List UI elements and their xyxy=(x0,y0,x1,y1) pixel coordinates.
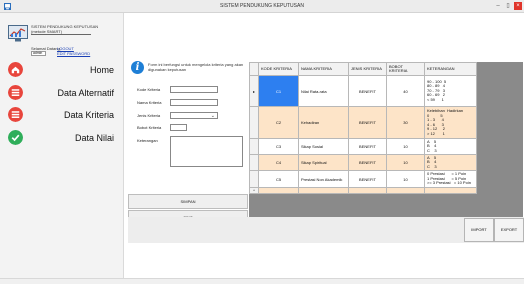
nav-item-data-alternatif[interactable]: Data Alternatif xyxy=(8,85,120,103)
table-row[interactable]: C3 Sikap Sosial BENEFIT 10 A 5 B 4 C 3 xyxy=(249,138,477,155)
row-header xyxy=(249,106,259,139)
table-row[interactable]: C2 Kehadiran BENEFIT 30 Kelebihan Hadirk… xyxy=(249,106,477,139)
cell-kode[interactable]: C5 xyxy=(258,170,299,188)
cell-nama[interactable]: Sikap Sosial xyxy=(298,138,349,155)
cell-bobot[interactable]: 10 xyxy=(386,138,425,155)
new-cell[interactable] xyxy=(298,187,349,194)
cell-kode[interactable]: C2 xyxy=(258,106,299,139)
table-row[interactable]: C5 Prestasi Non Akademik BENEFIT 10 0 Pr… xyxy=(249,170,477,188)
username-field: admin xyxy=(31,51,46,56)
col-jenis-kriteria[interactable]: JENIS KRITERIA xyxy=(348,62,387,76)
bobot-kriteria-input[interactable] xyxy=(170,124,187,131)
cell-bobot[interactable]: 30 xyxy=(386,106,425,139)
nav-label-data-nilai: Data Nilai xyxy=(74,133,114,143)
bobot-kriteria-label: Bobot Kriteria xyxy=(137,125,162,130)
minimize-button[interactable]: – xyxy=(494,2,502,10)
cell-nama[interactable]: Prestasi Non Akademik xyxy=(298,170,349,188)
nav-label-data-alternatif: Data Alternatif xyxy=(57,88,114,98)
cell-kode[interactable]: C1 xyxy=(258,75,299,107)
new-cell[interactable] xyxy=(424,187,477,194)
keterangan-textarea[interactable] xyxy=(170,136,243,167)
cell-nama[interactable]: Kehadiran xyxy=(298,106,349,139)
cell-bobot[interactable]: 40 xyxy=(386,75,425,107)
title-bar: SISTEM PENDUKUNG KEPUTUSAN – ▯ × xyxy=(0,0,524,13)
cell-jenis[interactable]: BENEFIT xyxy=(348,106,387,139)
row-header-corner xyxy=(249,62,259,76)
table-header-row: KODE KRITERIA NAMA KRITERIA JENIS KRITER… xyxy=(249,62,477,76)
maximize-button[interactable]: ▯ xyxy=(504,2,512,10)
brand-panel: SISTEM PENDUKUNG KEPUTUSAN (metode SMART… xyxy=(6,19,118,67)
brand-divider xyxy=(31,34,91,35)
col-nama-kriteria[interactable]: NAMA KRITERIA xyxy=(298,62,349,76)
kriteria-table: KODE KRITERIA NAMA KRITERIA JENIS KRITER… xyxy=(249,62,477,194)
nav-item-home[interactable]: Home xyxy=(8,62,120,80)
nav-item-data-kriteria[interactable]: Data Kriteria xyxy=(8,107,120,125)
export-button[interactable]: EXPORT xyxy=(494,218,524,242)
sidebar: SISTEM PENDUKUNG KEPUTUSAN (metode SMART… xyxy=(0,13,124,278)
close-button[interactable]: × xyxy=(514,2,522,10)
cell-bobot[interactable]: 10 xyxy=(386,154,425,171)
new-row[interactable]: * xyxy=(249,187,477,194)
cell-nama[interactable]: Nilai Rata-rata xyxy=(298,75,349,107)
cell-nama[interactable]: Sikap Spiritual xyxy=(298,154,349,171)
kode-kriteria-input[interactable] xyxy=(170,86,218,93)
row-header xyxy=(249,170,259,188)
chevron-down-icon: ⌄ xyxy=(210,113,215,119)
current-row-marker: ▸ xyxy=(249,75,259,107)
cell-kode[interactable]: C4 xyxy=(258,154,299,171)
nav-item-data-nilai[interactable]: Data Nilai xyxy=(8,130,120,148)
list-icon xyxy=(8,107,23,122)
new-cell[interactable] xyxy=(348,187,387,194)
col-keterangan[interactable]: KETERANGAN xyxy=(424,62,477,76)
cell-keterangan[interactable]: A 5 B 4 C 3 xyxy=(424,154,477,171)
check-icon xyxy=(8,130,23,145)
table-row[interactable]: ▸ C1 Nilai Rata-rata BENEFIT 40 90 - 100… xyxy=(249,75,477,107)
cell-bobot[interactable]: 10 xyxy=(386,170,425,188)
info-text: Form ini berfungsi untuk mengelola krite… xyxy=(148,62,244,72)
import-button[interactable]: IMPORT xyxy=(464,218,494,242)
nama-kriteria-input[interactable] xyxy=(170,99,218,106)
col-bobot-kriteria[interactable]: BOBOT KRITERIA xyxy=(386,62,425,76)
cell-keterangan[interactable]: A 5 B 4 C 3 xyxy=(424,138,477,155)
nav-label-home: Home xyxy=(89,65,114,75)
cell-keterangan[interactable]: 90 - 100 5 80 - 89 4 70 - 79 3 60 - 69 2… xyxy=(424,75,477,107)
kriteria-data-grid[interactable]: KODE KRITERIA NAMA KRITERIA JENIS KRITER… xyxy=(249,62,523,217)
list-icon xyxy=(8,85,23,100)
jenis-kriteria-label: Jenis Kriteria xyxy=(137,113,161,118)
row-header xyxy=(249,138,259,155)
cell-kode[interactable]: C3 xyxy=(258,138,299,155)
cell-keterangan[interactable]: 0 Prestasi = 1 Poin 1 Prestasi = 5 Poin … xyxy=(424,170,477,188)
new-row-marker: * xyxy=(249,187,259,194)
edit-password-link[interactable]: EDIT PASSWORD xyxy=(57,51,90,56)
cell-jenis[interactable]: BENEFIT xyxy=(348,170,387,188)
cell-keterangan[interactable]: Kelebihan Hadirkan 0 5 1 - 3 4 4 - 6 3 9… xyxy=(424,106,477,139)
table-row[interactable]: C4 Sikap Spiritual BENEFIT 10 A 5 B 4 C … xyxy=(249,154,477,171)
cell-jenis[interactable]: BENEFIT xyxy=(348,154,387,171)
row-header xyxy=(249,154,259,171)
kode-kriteria-label: Kode Kriteria xyxy=(137,87,161,92)
cell-jenis[interactable]: BENEFIT xyxy=(348,138,387,155)
keterangan-label: Keterangan xyxy=(137,138,158,143)
monitor-logo-icon xyxy=(8,25,28,42)
window-title: SISTEM PENDUKUNG KEPUTUSAN xyxy=(220,3,304,9)
info-icon: i xyxy=(131,61,144,74)
home-icon xyxy=(8,62,23,77)
new-cell[interactable] xyxy=(258,187,299,194)
new-cell[interactable] xyxy=(386,187,425,194)
simpan-button[interactable]: SIMPAN xyxy=(128,194,248,209)
jenis-kriteria-select[interactable]: ⌄ xyxy=(170,112,218,119)
nama-kriteria-label: Nama Kriteria xyxy=(137,100,162,105)
nav-label-data-kriteria: Data Kriteria xyxy=(63,110,114,120)
col-kode-kriteria[interactable]: KODE KRITERIA xyxy=(258,62,299,76)
status-bar xyxy=(0,278,524,284)
cell-jenis[interactable]: BENEFIT xyxy=(348,75,387,107)
